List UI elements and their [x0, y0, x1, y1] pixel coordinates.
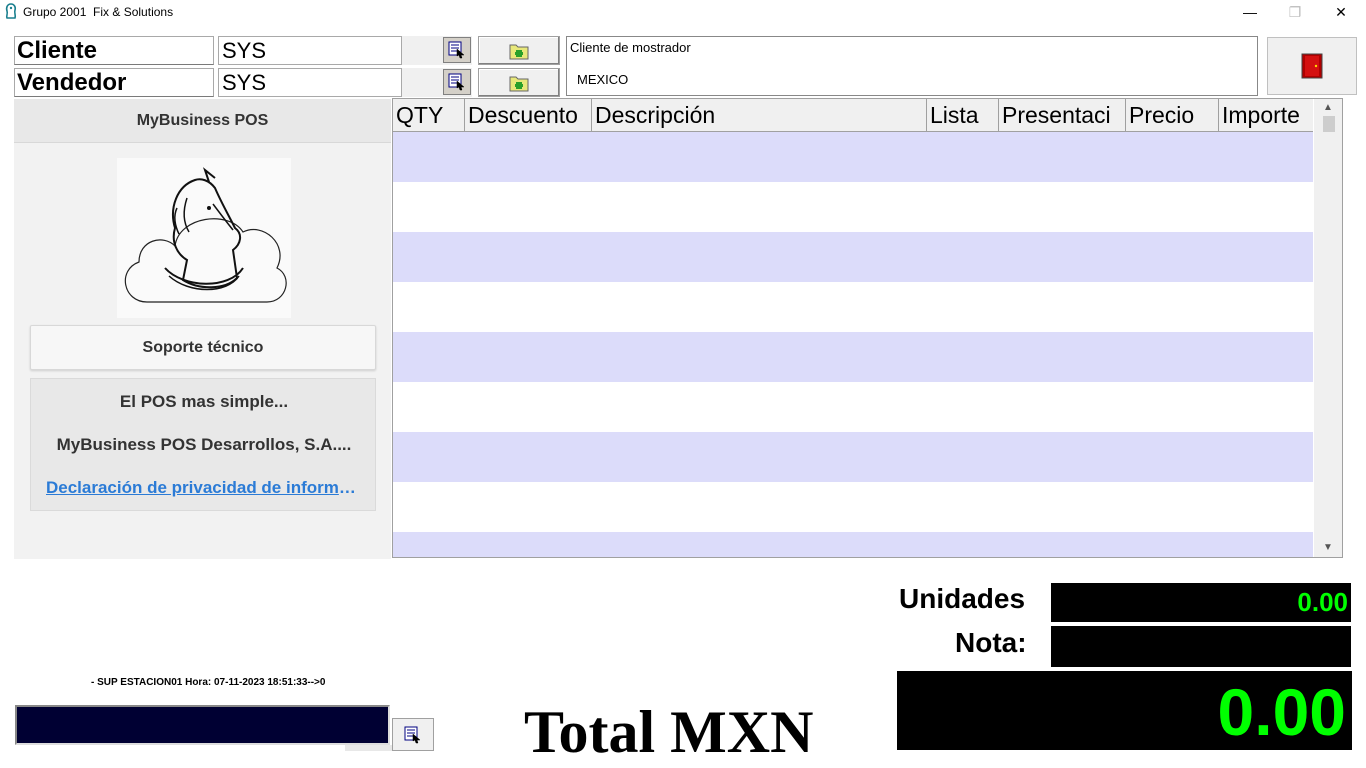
- grid-header: QTY Descuento Descripción Lista Presenta…: [393, 99, 1313, 132]
- product-scan-input[interactable]: [15, 705, 390, 745]
- table-row[interactable]: [393, 432, 1313, 482]
- brand-logo: [117, 158, 291, 318]
- restore-icon: ❐: [1288, 3, 1302, 20]
- add-folder-icon: [509, 44, 529, 59]
- units-display: 0.00: [1051, 583, 1351, 622]
- column-header-presentacion[interactable]: Presentaci: [999, 99, 1126, 132]
- table-row[interactable]: [393, 332, 1313, 382]
- support-button[interactable]: Soporte técnico: [30, 325, 376, 370]
- client-info-box: Cliente de mostrador MEXICO: [566, 36, 1258, 96]
- vendedor-add-button[interactable]: [478, 68, 560, 97]
- title-bar: Grupo 2001 Fix & Solutions — ❐ ✕: [0, 0, 1366, 24]
- vendedor-field[interactable]: SYS: [218, 68, 402, 97]
- close-button[interactable]: ✕: [1318, 0, 1364, 24]
- cliente-label: Cliente: [14, 36, 214, 65]
- column-header-precio[interactable]: Precio: [1126, 99, 1219, 132]
- vendedor-label: Vendedor: [14, 68, 214, 97]
- window-title: Grupo 2001 Fix & Solutions: [23, 5, 174, 19]
- lookup-icon: [404, 726, 421, 743]
- table-row[interactable]: [393, 532, 1313, 557]
- column-header-descripcion[interactable]: Descripción: [592, 99, 927, 132]
- status-text: - SUP ESTACION01 Hora: 07-11-2023 18:51:…: [91, 677, 326, 688]
- table-row[interactable]: [393, 382, 1313, 432]
- column-header-descuento[interactable]: Descuento: [465, 99, 592, 132]
- scroll-up-arrow-icon[interactable]: ▲: [1314, 99, 1342, 116]
- table-row[interactable]: [393, 232, 1313, 282]
- client-city: MEXICO: [577, 72, 629, 87]
- total-display: 0.00: [897, 671, 1352, 750]
- exit-door-icon: [1301, 53, 1323, 79]
- close-icon: ✕: [1335, 3, 1347, 20]
- note-label: Nota:: [955, 627, 1027, 658]
- scroll-down-arrow-icon[interactable]: ▼: [1314, 539, 1342, 556]
- total-label: Total MXN: [524, 699, 814, 765]
- table-row[interactable]: [393, 482, 1313, 532]
- lookup-icon: [448, 41, 465, 59]
- scroll-thumb[interactable]: [1323, 116, 1335, 132]
- app-logo-icon: [5, 3, 17, 19]
- grid-scrollbar[interactable]: ▲ ▼: [1314, 99, 1342, 557]
- client-name: Cliente de mostrador: [570, 40, 691, 55]
- left-panel: MyBusiness POS Soporte técnico El POS ma…: [14, 99, 391, 559]
- privacy-link[interactable]: Declaración de privacidad de informaci..…: [46, 478, 364, 498]
- column-header-importe[interactable]: Importe: [1219, 99, 1313, 132]
- cliente-add-button[interactable]: [478, 36, 560, 65]
- exit-button[interactable]: [1267, 37, 1357, 95]
- cliente-field[interactable]: SYS: [218, 36, 402, 65]
- company-name: MyBusiness POS Desarrollos, S.A....: [56, 435, 352, 454]
- vendedor-lookup-button[interactable]: [443, 69, 471, 95]
- minimize-icon: —: [1243, 4, 1257, 20]
- table-row[interactable]: [393, 132, 1313, 182]
- note-field[interactable]: [1051, 626, 1351, 667]
- items-grid[interactable]: QTY Descuento Descripción Lista Presenta…: [392, 98, 1343, 558]
- column-header-qty[interactable]: QTY: [393, 99, 465, 132]
- column-header-lista[interactable]: Lista: [927, 99, 999, 132]
- brand-title: MyBusiness POS: [14, 99, 391, 143]
- tagline: El POS mas simple...: [119, 392, 289, 411]
- cliente-lookup-button[interactable]: [443, 37, 471, 63]
- scan-button-shadow: [345, 745, 392, 751]
- table-row[interactable]: [393, 182, 1313, 232]
- minimize-button[interactable]: —: [1227, 0, 1273, 24]
- restore-button[interactable]: ❐: [1272, 0, 1318, 24]
- add-folder-icon: [509, 76, 529, 91]
- lookup-icon: [448, 73, 465, 91]
- table-row[interactable]: [393, 282, 1313, 332]
- info-box: El POS mas simple... MyBusiness POS Desa…: [30, 378, 376, 511]
- product-lookup-button[interactable]: [392, 718, 434, 751]
- horse-cloud-logo: [124, 167, 287, 303]
- units-label: Unidades: [899, 583, 1026, 614]
